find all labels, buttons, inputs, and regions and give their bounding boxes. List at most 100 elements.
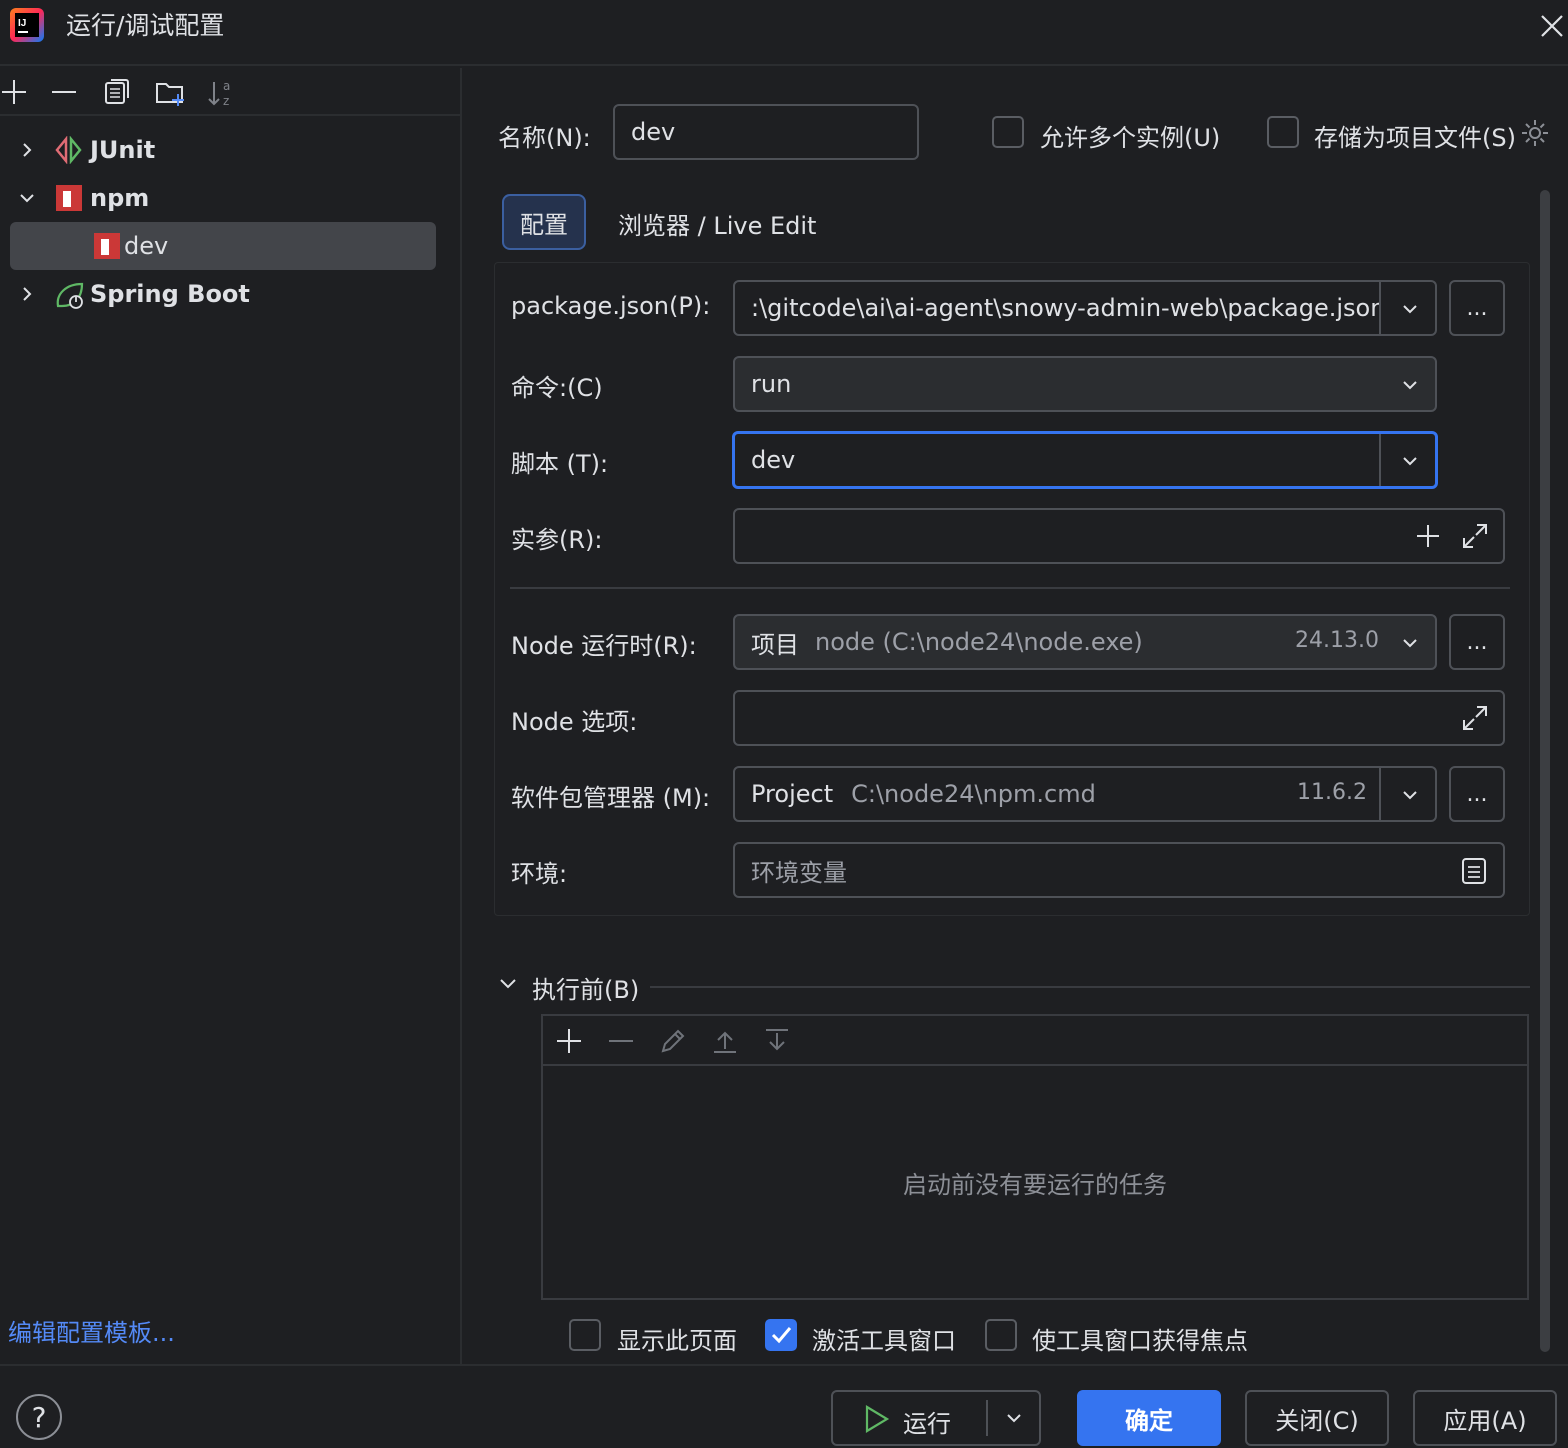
junit-icon bbox=[54, 136, 84, 164]
run-button[interactable]: 运行 bbox=[903, 1404, 951, 1439]
allow-parallel-checkbox[interactable] bbox=[992, 116, 1024, 148]
npm-icon bbox=[94, 233, 120, 259]
section-divider bbox=[650, 986, 1530, 988]
command-value: run bbox=[751, 370, 792, 398]
node-runtime-select[interactable]: 项目 node (C:\node24\node.exe) 24.13.0 bbox=[733, 614, 1437, 670]
tab-browser-live-edit[interactable]: 浏览器 / Live Edit bbox=[618, 206, 816, 241]
minus-icon bbox=[607, 1027, 635, 1055]
dropdown-separator bbox=[1379, 768, 1381, 820]
tree-item-spring-boot[interactable]: Spring Boot bbox=[10, 270, 436, 318]
close-button[interactable]: 关闭(C) bbox=[1245, 1390, 1389, 1446]
node-options-label: Node 选项: bbox=[511, 708, 638, 736]
tree-item-label: Spring Boot bbox=[90, 280, 250, 308]
tree-item-npm[interactable]: npm bbox=[10, 174, 436, 222]
node-runtime-path: node (C:\node24\node.exe) bbox=[815, 628, 1143, 656]
move-down-icon bbox=[763, 1027, 791, 1055]
package-json-field[interactable]: :\gitcode\ai\ai-agent\snowy-admin-web\pa… bbox=[733, 280, 1437, 336]
configurations-sidebar: az JUnit npm dev Spring Boot 编辑配置模板... bbox=[0, 68, 462, 1364]
dropdown-separator bbox=[1379, 434, 1381, 486]
activate-tool-window-label: 激活工具窗口 bbox=[812, 1327, 956, 1355]
title-bar: IJ 运行/调试配置 bbox=[0, 0, 1568, 66]
package-json-value: :\gitcode\ai\ai-agent\snowy-admin-web\pa… bbox=[751, 294, 1381, 322]
scrollbar[interactable] bbox=[1540, 190, 1550, 1352]
browse-package-manager-button[interactable]: ... bbox=[1449, 766, 1505, 822]
node-runtime-prefix: 项目 bbox=[751, 630, 799, 659]
before-launch-empty-text: 启动前没有要运行的任务 bbox=[903, 1170, 1167, 1199]
window-title: 运行/调试配置 bbox=[66, 11, 225, 40]
store-as-project-file-checkbox[interactable] bbox=[1267, 116, 1299, 148]
node-options-field[interactable] bbox=[733, 690, 1505, 746]
tab-configuration[interactable]: 配置 bbox=[502, 194, 586, 250]
command-label: 命令:(C) bbox=[511, 374, 603, 402]
ok-button[interactable]: 确定 bbox=[1077, 1390, 1221, 1446]
arguments-field[interactable] bbox=[733, 508, 1505, 564]
chevron-right-icon[interactable] bbox=[18, 141, 36, 159]
chevron-down-icon[interactable] bbox=[1401, 376, 1419, 394]
intellij-idea-icon: IJ bbox=[10, 8, 44, 42]
store-as-project-file-label: 存储为项目文件(S) bbox=[1314, 124, 1516, 152]
expand-icon[interactable] bbox=[1461, 522, 1489, 550]
close-icon[interactable] bbox=[1538, 12, 1566, 40]
tree-item-label: dev bbox=[124, 232, 169, 260]
edit-templates-link[interactable]: 编辑配置模板... bbox=[8, 1313, 175, 1348]
name-value: dev bbox=[631, 118, 676, 146]
package-manager-label: 软件包管理器 (M): bbox=[511, 784, 711, 812]
allow-parallel-label: 允许多个实例(U) bbox=[1040, 124, 1221, 152]
split-divider bbox=[986, 1400, 988, 1436]
run-icon bbox=[863, 1404, 891, 1434]
tree-item-label: npm bbox=[90, 184, 150, 212]
name-label: 名称(N): bbox=[498, 124, 591, 152]
minus-icon[interactable] bbox=[50, 76, 82, 108]
edit-icon bbox=[659, 1027, 687, 1055]
plus-icon[interactable] bbox=[0, 76, 32, 108]
tab-label: 配置 bbox=[520, 210, 568, 239]
chevron-down-icon[interactable] bbox=[18, 189, 36, 207]
environment-field[interactable]: 环境变量 bbox=[733, 842, 1505, 898]
node-runtime-version: 24.13.0 bbox=[1295, 628, 1379, 653]
browse-node-runtime-button[interactable]: ... bbox=[1449, 614, 1505, 670]
configuration-editor: 名称(N): dev 允许多个实例(U) 存储为项目文件(S) 配置 浏览器 /… bbox=[464, 68, 1568, 1364]
chevron-down-icon[interactable] bbox=[1005, 1409, 1023, 1427]
before-launch-tasks: 启动前没有要运行的任务 bbox=[541, 1014, 1529, 1300]
chevron-down-icon[interactable] bbox=[1401, 786, 1419, 804]
before-launch-toolbar bbox=[543, 1016, 1527, 1066]
package-manager-prefix: Project bbox=[751, 780, 834, 808]
plus-icon[interactable] bbox=[1415, 523, 1441, 549]
edit-list-icon[interactable] bbox=[1461, 857, 1487, 885]
new-folder-icon[interactable] bbox=[154, 76, 186, 108]
environment-placeholder: 环境变量 bbox=[751, 858, 847, 887]
chevron-down-icon[interactable] bbox=[498, 974, 518, 994]
sort-az-icon[interactable]: az bbox=[206, 76, 238, 108]
show-page-checkbox[interactable] bbox=[569, 1319, 601, 1351]
activate-tool-window-checkbox[interactable] bbox=[765, 1319, 797, 1351]
chevron-down-icon[interactable] bbox=[1401, 300, 1419, 318]
package-manager-field[interactable]: Project C:\node24\npm.cmd 11.6.2 bbox=[733, 766, 1437, 822]
dialog-footer: ? 运行 确定 关闭(C) 应用(A) bbox=[0, 1364, 1568, 1448]
scripts-label: 脚本 (T): bbox=[511, 450, 609, 478]
focus-tool-window-checkbox[interactable] bbox=[985, 1319, 1017, 1351]
package-manager-version: 11.6.2 bbox=[1297, 780, 1367, 805]
chevron-right-icon[interactable] bbox=[18, 285, 36, 303]
npm-icon bbox=[56, 185, 82, 211]
tree-item-junit[interactable]: JUnit bbox=[10, 126, 436, 174]
expand-icon[interactable] bbox=[1461, 704, 1489, 732]
scripts-value: dev bbox=[751, 446, 796, 474]
chevron-down-icon[interactable] bbox=[1401, 634, 1419, 652]
environment-label: 环境: bbox=[511, 860, 568, 888]
package-json-label: package.json(P): bbox=[511, 292, 711, 320]
command-select[interactable]: run bbox=[733, 356, 1437, 412]
check-icon bbox=[771, 1327, 792, 1344]
chevron-down-icon[interactable] bbox=[1401, 452, 1419, 470]
help-button[interactable]: ? bbox=[16, 1394, 62, 1440]
scripts-field[interactable]: dev bbox=[732, 431, 1438, 489]
move-up-icon bbox=[711, 1027, 739, 1055]
browse-package-json-button[interactable]: ... bbox=[1449, 280, 1505, 336]
copy-icon[interactable] bbox=[102, 76, 134, 108]
plus-icon[interactable] bbox=[555, 1027, 583, 1055]
gear-icon[interactable] bbox=[1520, 118, 1550, 148]
tree-item-dev[interactable]: dev bbox=[10, 222, 436, 270]
name-field[interactable]: dev bbox=[613, 104, 919, 160]
before-launch-title[interactable]: 执行前(B) bbox=[532, 970, 639, 1005]
apply-button[interactable]: 应用(A) bbox=[1413, 1390, 1557, 1446]
show-page-label: 显示此页面 bbox=[617, 1327, 737, 1355]
